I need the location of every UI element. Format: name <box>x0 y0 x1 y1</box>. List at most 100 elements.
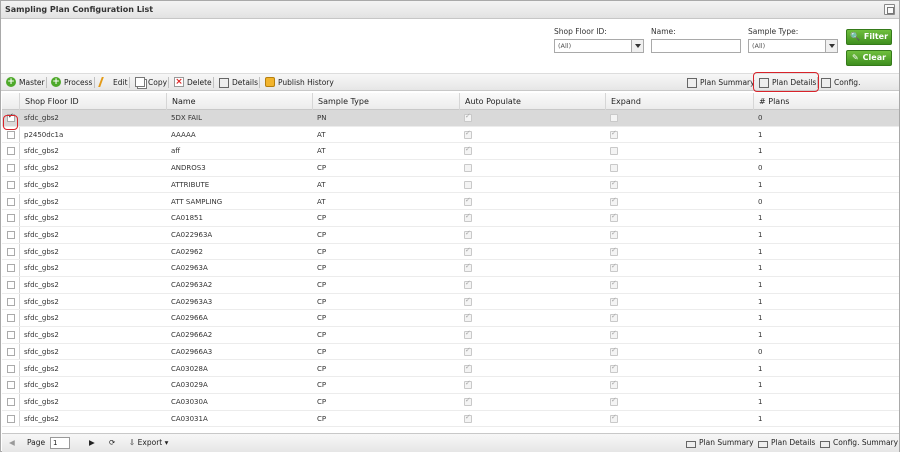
table-row[interactable]: p2450dc1a AAAAA AT 1 <box>2 126 899 144</box>
copy-button[interactable]: Copy <box>133 74 167 91</box>
row-checkbox[interactable] <box>7 147 15 156</box>
next-page-icon[interactable]: ▶ <box>89 436 95 450</box>
sample-type-value: (All) <box>752 42 766 50</box>
expand-checkbox <box>610 363 618 373</box>
expand-checkbox <box>610 147 618 156</box>
row-checkbox[interactable] <box>7 281 15 289</box>
row-checkbox[interactable] <box>7 130 15 139</box>
sample-type-cell: CP <box>317 331 327 340</box>
auto-populate-checkbox <box>464 279 472 289</box>
row-checkbox[interactable] <box>7 164 15 173</box>
column-name[interactable]: Name <box>166 93 312 110</box>
row-checkbox[interactable] <box>7 197 15 206</box>
select-all-column[interactable] <box>2 93 19 110</box>
export-button[interactable]: ⇩ Export ▾ <box>129 436 168 450</box>
column-expand[interactable]: Expand <box>605 93 753 110</box>
table-row[interactable]: sfdc_gbs2 CA02963A3 CP 1 <box>2 293 899 311</box>
sample-type-select[interactable]: (All) <box>748 39 838 53</box>
name-input[interactable] <box>651 39 741 53</box>
table-row[interactable]: sfdc_gbs2 CA02963A CP 1 <box>2 260 899 277</box>
delete-icon: × <box>174 77 184 87</box>
row-checkbox[interactable] <box>7 180 15 189</box>
plans-cell: 1 <box>758 264 763 273</box>
row-checkbox[interactable] <box>7 214 15 223</box>
shop-floor-cell: sfdc_gbs2 <box>24 114 59 122</box>
table-row[interactable]: sfdc_gbs2 aff AT 1 <box>2 143 899 161</box>
row-checkbox[interactable] <box>7 331 15 340</box>
sample-type-cell: AT <box>317 180 326 189</box>
column-plans[interactable]: # Plans <box>753 93 899 110</box>
publish-history-button[interactable]: Publish History <box>263 74 334 91</box>
page-input[interactable]: 1 <box>50 437 70 449</box>
maximize-icon[interactable] <box>884 4 895 15</box>
process-button[interactable]: + Process <box>49 74 92 91</box>
table-row[interactable]: sfdc_gbs2 CA02962 CP 1 <box>2 243 899 261</box>
row-checkbox[interactable] <box>7 230 15 239</box>
row-checkbox[interactable] <box>7 264 15 273</box>
sample-type-cell: CP <box>317 214 327 223</box>
prev-page-icon[interactable]: ◀ <box>9 436 15 450</box>
pager-bar: ◀ Page 1 ▶ ⟳ ⇩ Export ▾ Plan Summary Pla… <box>2 433 899 452</box>
refresh-icon[interactable]: ⟳ <box>109 436 115 450</box>
table-row[interactable]: sfdc_gbs2 ANDROS3 CP 0 <box>2 160 899 177</box>
sample-type-cell: PN <box>317 114 327 122</box>
column-shop-floor-id[interactable]: Shop Floor ID <box>19 93 166 110</box>
name-cell: CA03028A <box>171 364 208 373</box>
table-row[interactable]: sfdc_gbs2 CA02963A2 CP 1 <box>2 277 899 294</box>
master-button[interactable]: + Master <box>4 74 45 91</box>
printer-icon <box>821 78 831 88</box>
row-checkbox[interactable] <box>7 314 15 323</box>
table-row[interactable]: sfdc_gbs2 CA022963A CP 1 <box>2 226 899 244</box>
shop-floor-cell: sfdc_gbs2 <box>24 164 59 173</box>
plans-cell: 0 <box>758 197 763 206</box>
expand-checkbox <box>610 296 618 306</box>
auto-populate-checkbox <box>464 413 472 423</box>
table-row[interactable]: sfdc_gbs2 ATT SAMPLING AT 0 <box>2 193 899 211</box>
row-checkbox[interactable] <box>7 247 15 256</box>
shop-floor-select[interactable]: (All) <box>554 39 644 53</box>
table-row[interactable]: sfdc_gbs2 CA03028A CP 1 <box>2 360 899 378</box>
plan-summary-button[interactable]: Plan Summary <box>685 74 755 91</box>
column-sample-type[interactable]: Sample Type <box>312 93 459 110</box>
panel-title: Sampling Plan Configuration List <box>5 5 154 14</box>
row-checkbox[interactable] <box>7 297 15 306</box>
table-row[interactable]: sfdc_gbs2 CA03030A CP 1 <box>2 393 899 411</box>
sample-type-cell: AT <box>317 147 326 156</box>
row-checkbox[interactable] <box>7 347 15 356</box>
plans-cell: 0 <box>758 114 763 122</box>
footer-config-summary-button[interactable]: Config. Summary <box>820 436 898 450</box>
config-summary-button[interactable]: Config. Summary <box>819 74 899 104</box>
table-row[interactable]: sfdc_gbs2 CA03031A CP 1 <box>2 410 899 428</box>
footer-plan-summary-button[interactable]: Plan Summary <box>686 436 754 450</box>
filter-button[interactable]: 🔍 Filter <box>846 29 892 45</box>
auto-populate-checkbox <box>464 296 472 306</box>
table-row[interactable]: sfdc_gbs2 CA02966A3 CP 0 <box>2 343 899 361</box>
sample-type-label: Sample Type: <box>748 27 799 36</box>
sample-type-cell: AT <box>317 197 326 206</box>
table-row[interactable]: sfdc_gbs2 CA02966A2 CP 1 <box>2 327 899 344</box>
table-row[interactable]: sfdc_gbs2 ATTRIBUTE AT 1 <box>2 176 899 194</box>
row-checkbox[interactable] <box>7 364 15 373</box>
table-row[interactable]: sfdc_gbs2 5DX FAIL PN 0 <box>2 110 899 127</box>
shop-floor-cell: sfdc_gbs2 <box>24 347 59 356</box>
row-checkbox[interactable] <box>7 414 15 423</box>
auto-populate-checkbox <box>464 262 472 273</box>
shop-floor-cell: sfdc_gbs2 <box>24 214 59 223</box>
expand-checkbox <box>610 196 618 206</box>
shop-floor-cell: sfdc_gbs2 <box>24 230 59 239</box>
details-button[interactable]: Details <box>217 74 258 91</box>
broom-icon: ✎ <box>851 53 859 62</box>
expand-checkbox <box>610 379 618 390</box>
table-row[interactable]: sfdc_gbs2 CA01851 CP 1 <box>2 210 899 227</box>
shop-floor-cell: sfdc_gbs2 <box>24 247 59 256</box>
delete-button[interactable]: × Delete <box>172 74 212 91</box>
table-row[interactable]: sfdc_gbs2 CA02966A CP 1 <box>2 310 899 328</box>
edit-button[interactable]: Edit <box>98 74 128 91</box>
plans-cell: 1 <box>758 297 763 306</box>
footer-plan-details-button[interactable]: Plan Details <box>758 436 815 450</box>
row-checkbox[interactable] <box>7 397 15 406</box>
row-checkbox[interactable] <box>7 381 15 390</box>
table-row[interactable]: sfdc_gbs2 CA03029A CP 1 <box>2 377 899 394</box>
clear-button[interactable]: ✎ Clear <box>846 50 892 66</box>
column-auto-populate[interactable]: Auto Populate <box>459 93 605 110</box>
